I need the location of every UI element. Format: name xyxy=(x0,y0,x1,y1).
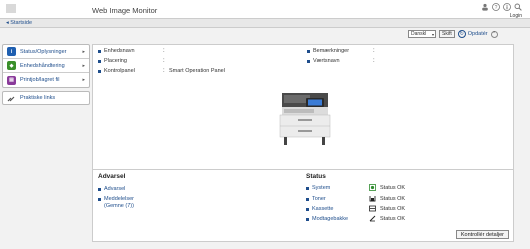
sidebar-item-label: Printjob/lagret fil xyxy=(20,77,60,83)
bullet-icon xyxy=(98,59,101,63)
chevron-down-icon: ▾ xyxy=(431,32,434,37)
check-details-button[interactable]: Kontrollér detaljer xyxy=(455,230,509,239)
sidebar-item-label: Status/Oplysninger xyxy=(20,48,67,55)
logo xyxy=(6,4,16,13)
search-icon[interactable] xyxy=(514,3,522,11)
colon: : xyxy=(163,48,165,54)
printer-status-icon xyxy=(369,184,376,191)
status-value-output-tray: Status OK xyxy=(369,215,405,222)
main-panel: Enhedsnavn : Placering : Kontrolpanel : … xyxy=(92,44,514,242)
language-select[interactable]: Danskl ▾ xyxy=(408,30,436,38)
info-header-icon[interactable] xyxy=(503,3,511,11)
bullet-icon xyxy=(306,217,309,221)
sidebar-item-status[interactable]: i Status/Oplysninger ▸ xyxy=(3,45,89,59)
bullet-icon xyxy=(98,69,101,73)
control-panel-value: Smart Operation Panel xyxy=(169,68,225,74)
breadcrumb: ◂ Startside xyxy=(0,18,530,28)
bullet-icon xyxy=(307,49,310,53)
status-row-toner: Toner xyxy=(306,196,326,202)
breadcrumb-home-link[interactable]: ◂ Startside xyxy=(6,20,32,26)
app-title: Web Image Monitor xyxy=(92,6,158,15)
sidebar-item-links[interactable]: Praktiske links xyxy=(2,91,90,105)
update-label: Opdatér xyxy=(467,31,488,37)
status-title: Status xyxy=(306,173,326,180)
status-value-tray: Status OK xyxy=(369,205,405,212)
sidebar-links-label: Praktiske links xyxy=(20,95,56,101)
update-link[interactable]: ↻ Opdatér xyxy=(457,30,488,38)
status-row-tray: Kassette xyxy=(306,206,333,212)
status-value-toner: Status OK xyxy=(369,195,405,202)
section-divider xyxy=(93,169,513,170)
help-icon[interactable]: ? xyxy=(492,3,500,11)
bullet-icon xyxy=(306,207,309,211)
toner-icon xyxy=(369,195,376,202)
info-row-hostname: Værtsnavn xyxy=(307,58,340,64)
switch-button[interactable]: Skift xyxy=(439,30,455,38)
svg-text:?: ? xyxy=(495,5,498,11)
sidebar-item-label: Enhedshåndtering xyxy=(20,62,65,69)
status-row-output-tray: Modtagebakke xyxy=(306,216,348,222)
bullet-icon xyxy=(306,186,309,190)
bullet-icon xyxy=(98,187,101,191)
alert-item[interactable]: Advarsel xyxy=(98,186,125,192)
sidebar-item-device-management[interactable]: ◆ Enhedshåndtering ▸ xyxy=(3,59,89,73)
sidebar-item-print-job[interactable]: ▤ Printjob/lagret fil ▸ xyxy=(3,73,89,87)
output-tray-icon xyxy=(369,215,376,222)
tray-icon xyxy=(369,205,376,212)
toolbar: Danskl ▾ Skift ↻ Opdatér ⌃ xyxy=(408,30,498,38)
device-icon: ◆ xyxy=(7,61,16,70)
chevron-right-icon: ▸ xyxy=(82,63,85,69)
refresh-icon: ↻ xyxy=(457,30,466,38)
chevron-right-icon: ▸ xyxy=(82,77,85,83)
bullet-icon xyxy=(98,198,101,201)
printer-image xyxy=(278,91,334,153)
header-icons: ? xyxy=(481,3,522,11)
colon: : xyxy=(373,58,375,64)
colon: : xyxy=(163,58,165,64)
alerts-title: Advarsel xyxy=(98,173,126,180)
sidebar: i Status/Oplysninger ▸ ◆ Enhedshåndterin… xyxy=(2,44,90,105)
colon: : xyxy=(373,48,375,54)
status-row-system: System xyxy=(306,185,330,191)
info-row-control-panel: Kontrolpanel xyxy=(98,68,135,74)
link-icon xyxy=(7,94,16,103)
chevron-right-icon: ▸ xyxy=(82,49,85,55)
info-icon: i xyxy=(7,47,16,56)
messages-item[interactable]: Meddelelser (Gemne (7)) xyxy=(98,196,158,209)
info-row-device-name: Enhedsnavn xyxy=(98,48,135,54)
collapse-icon[interactable]: ⌃ xyxy=(490,30,498,38)
bullet-icon xyxy=(307,59,310,63)
sidebar-menu: i Status/Oplysninger ▸ ◆ Enhedshåndterin… xyxy=(2,44,90,88)
status-value-system: Status OK xyxy=(369,184,405,191)
info-row-location: Placering xyxy=(98,58,127,64)
info-row-comments: Bemærkninger xyxy=(307,48,349,54)
user-icon[interactable] xyxy=(481,3,489,11)
bullet-icon xyxy=(306,197,309,201)
colon: : xyxy=(163,68,165,74)
header: Web Image Monitor ? Login xyxy=(0,0,530,19)
bullet-icon xyxy=(98,49,101,53)
print-job-icon: ▤ xyxy=(7,75,16,85)
